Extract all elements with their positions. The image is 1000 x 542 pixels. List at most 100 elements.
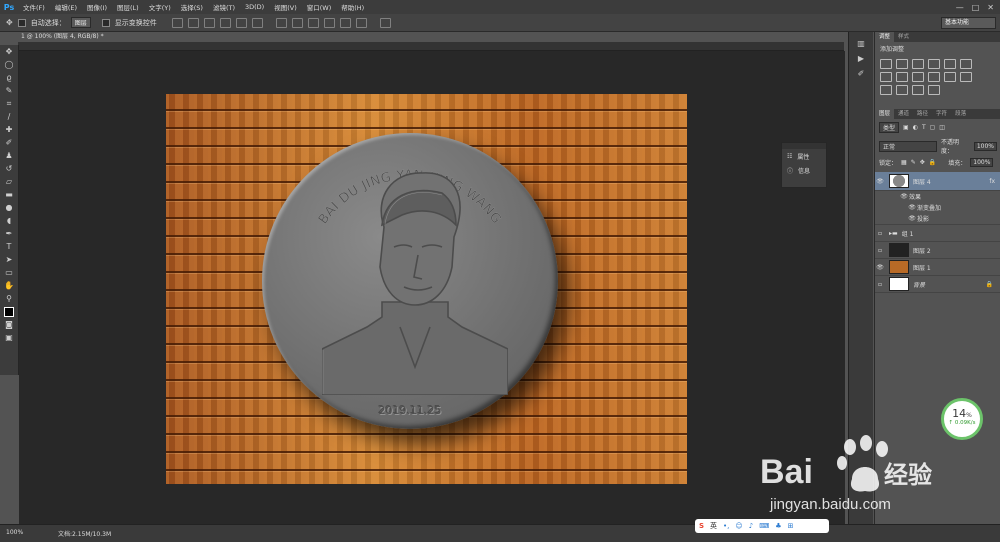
opacity-input[interactable]: 100%	[973, 141, 997, 151]
menu-view[interactable]: 视图(V)	[269, 2, 302, 12]
healing-icon[interactable]: ✚	[0, 123, 18, 136]
filter-type-icon[interactable]: T	[922, 124, 926, 131]
properties-button[interactable]: ☷ 属性	[782, 149, 826, 163]
filter-adjust-icon[interactable]: ◐	[913, 124, 918, 131]
filter-smart-icon[interactable]: ◫	[939, 124, 945, 131]
keyboard-icon[interactable]: ⌨	[759, 522, 769, 530]
visibility-eye-icon[interactable]: 👁	[875, 264, 885, 271]
tab-character[interactable]: 字符	[932, 109, 951, 119]
zoom-level[interactable]: 100%	[6, 529, 23, 536]
microphone-icon[interactable]: ♪	[749, 522, 753, 530]
fx-badge[interactable]: fx	[989, 178, 1000, 185]
lock-all-icon[interactable]: 🔒	[929, 159, 936, 166]
punctuation-icon[interactable]: •,	[723, 522, 729, 530]
align-right-icon[interactable]	[251, 17, 263, 28]
exposure-icon[interactable]	[928, 59, 940, 69]
gradient-map-icon[interactable]	[928, 85, 940, 95]
lock-pixels-icon[interactable]: ✎	[911, 159, 916, 166]
layer-row-2[interactable]: ▫ 图层 2	[875, 242, 1000, 259]
info-button[interactable]: ⓘ 信息	[782, 163, 826, 177]
tool-presets-icon[interactable]: ✐	[849, 66, 873, 81]
lasso-icon[interactable]: ϱ	[0, 71, 18, 84]
stamp-icon[interactable]: ♟	[0, 149, 18, 162]
show-transform-checkbox[interactable]	[101, 18, 110, 27]
layer-row-background[interactable]: ▫ 背景 🔒	[875, 276, 1000, 293]
history-brush-icon[interactable]: ↺	[0, 162, 18, 175]
blur-icon[interactable]: ●	[0, 201, 18, 214]
layer-row-1[interactable]: 👁 图层 1	[875, 259, 1000, 276]
tab-styles[interactable]: 样式	[894, 32, 913, 42]
brush-icon[interactable]: ✐	[0, 136, 18, 149]
layer-filter-select[interactable]: 类型	[879, 122, 900, 133]
gradient-icon[interactable]: ▬	[0, 188, 18, 201]
dodge-icon[interactable]: ◖	[0, 214, 18, 227]
quick-mask-icon[interactable]: ◙	[0, 318, 18, 331]
brightness-contrast-icon[interactable]	[880, 59, 892, 69]
lock-position-icon[interactable]: ✥	[920, 159, 925, 166]
posterize-icon[interactable]	[880, 85, 892, 95]
eyedropper-icon[interactable]: ∕	[0, 110, 18, 123]
menu-type[interactable]: 文字(Y)	[144, 2, 176, 12]
effect-gradient-overlay-row[interactable]: 👁 渐变叠加	[875, 202, 1000, 213]
visibility-empty-icon[interactable]: ▫	[875, 230, 885, 237]
distribute-vcenter-icon[interactable]	[291, 17, 303, 28]
threshold-icon[interactable]	[896, 85, 908, 95]
effect-drop-shadow-row[interactable]: 👁 投影	[875, 213, 1000, 225]
menu-select[interactable]: 选择(S)	[176, 2, 208, 12]
path-select-icon[interactable]: ➤	[0, 253, 18, 266]
lock-transparent-icon[interactable]: ▦	[901, 159, 907, 166]
distribute-bottom-icon[interactable]	[307, 17, 319, 28]
align-bottom-icon[interactable]	[203, 17, 215, 28]
blend-mode-select[interactable]: 正常	[879, 140, 937, 152]
effects-eye-icon[interactable]: 👁	[899, 193, 909, 200]
vibrance-icon[interactable]	[944, 59, 956, 69]
visibility-empty-icon[interactable]: ▫	[875, 247, 885, 254]
type-icon[interactable]: T	[0, 240, 18, 253]
filter-pixel-icon[interactable]: ▣	[903, 124, 909, 131]
menu-3d[interactable]: 3D(D)	[240, 3, 269, 11]
hand-icon[interactable]: ✋	[0, 279, 18, 292]
layer-row-group-1[interactable]: ▫ ▸▬ 组 1	[875, 225, 1000, 242]
visibility-empty-icon[interactable]: ▫	[875, 281, 885, 288]
menu-window[interactable]: 窗口(W)	[302, 2, 337, 12]
workspace-select[interactable]: 基本功能	[941, 17, 996, 29]
zoom-icon[interactable]: ⚲	[0, 292, 18, 305]
document-tab[interactable]: 1 @ 100% (图层 4, RGB/8) *	[18, 32, 123, 42]
actions-panel-icon[interactable]: ▶	[849, 51, 873, 66]
pen-icon[interactable]: ✒	[0, 227, 18, 240]
move-tool-icon[interactable]: ✥	[6, 18, 13, 27]
menu-help[interactable]: 帮助(H)	[336, 2, 369, 12]
menu-layer[interactable]: 图层(L)	[112, 2, 144, 12]
distribute-left-icon[interactable]	[323, 17, 335, 28]
align-top-icon[interactable]	[171, 17, 183, 28]
tab-adjustments[interactable]: 调整	[875, 32, 895, 42]
menu-filter[interactable]: 滤镜(T)	[208, 2, 240, 12]
color-swatches-icon[interactable]	[0, 305, 18, 318]
gradient-overlay-eye-icon[interactable]: 👁	[907, 204, 917, 211]
shape-icon[interactable]: ▭	[0, 266, 18, 279]
photo-filter-icon[interactable]	[912, 72, 924, 82]
screen-mode-icon[interactable]: ▣	[0, 331, 18, 344]
tab-channels[interactable]: 通道	[894, 109, 913, 119]
auto-select-checkbox[interactable]	[17, 18, 26, 27]
minimize-icon[interactable]: —	[956, 3, 964, 12]
emoji-icon[interactable]: ☺	[735, 522, 742, 530]
eraser-icon[interactable]: ▱	[0, 175, 18, 188]
skin-icon[interactable]: ♣	[775, 522, 781, 530]
distribute-top-icon[interactable]	[275, 17, 287, 28]
filter-shape-icon[interactable]: ▢	[930, 124, 936, 131]
tab-paths[interactable]: 路径	[913, 109, 932, 119]
channel-mixer-icon[interactable]	[928, 72, 940, 82]
maximize-icon[interactable]: □	[972, 3, 980, 12]
quick-select-icon[interactable]: ✎	[0, 84, 18, 97]
tab-layers[interactable]: 图层	[875, 109, 895, 119]
align-vcenter-icon[interactable]	[187, 17, 199, 28]
close-icon[interactable]: ✕	[987, 3, 994, 12]
color-balance-icon[interactable]	[880, 72, 892, 82]
sogou-icon[interactable]: S	[699, 522, 704, 530]
marquee-icon[interactable]: ◯	[0, 58, 18, 71]
drop-shadow-eye-icon[interactable]: 👁	[907, 215, 917, 222]
visibility-eye-icon[interactable]: 👁	[875, 178, 885, 185]
layer-row-4[interactable]: 👁 图层 4 fx	[875, 172, 1000, 191]
move-icon[interactable]: ✥	[0, 45, 18, 58]
